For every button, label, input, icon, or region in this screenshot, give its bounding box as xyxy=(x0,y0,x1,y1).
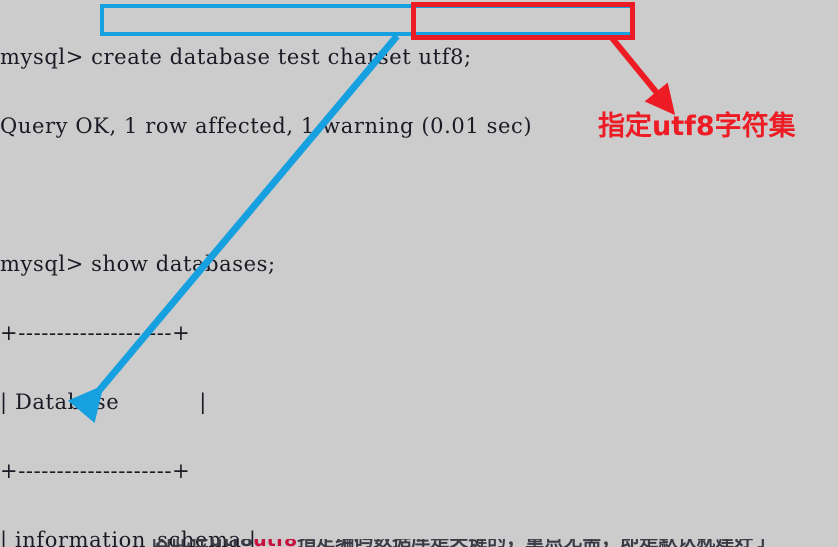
terminal-screenshot: mysql> create database test charset utf8… xyxy=(0,0,838,547)
terminal-output: mysql> create database test charset utf8… xyxy=(0,0,838,547)
terminal-line: mysql> create database test charset utf8… xyxy=(0,45,472,69)
clipped-bottom-text: 因此在utf8utf8指定编码数据库是关键的，重点无需，即是默认就建好了 xyxy=(152,539,838,547)
clipped-text-highlight: utf8 xyxy=(253,539,297,547)
table-header-row: | Database | xyxy=(0,390,207,414)
clipped-text-before: 因此在utf8 xyxy=(152,539,253,547)
table-border-mid: +--------------------+ xyxy=(0,459,191,483)
table-border-top: +--------------------+ xyxy=(0,321,191,345)
terminal-line: mysql> show databases; xyxy=(0,252,276,276)
clipped-text-after: 指定编码数据库是关键的，重点无需，即是默认就建好了 xyxy=(297,539,772,547)
annotation-label-charset: 指定utf8字符集 xyxy=(598,111,796,142)
red-highlight-box xyxy=(411,2,635,40)
